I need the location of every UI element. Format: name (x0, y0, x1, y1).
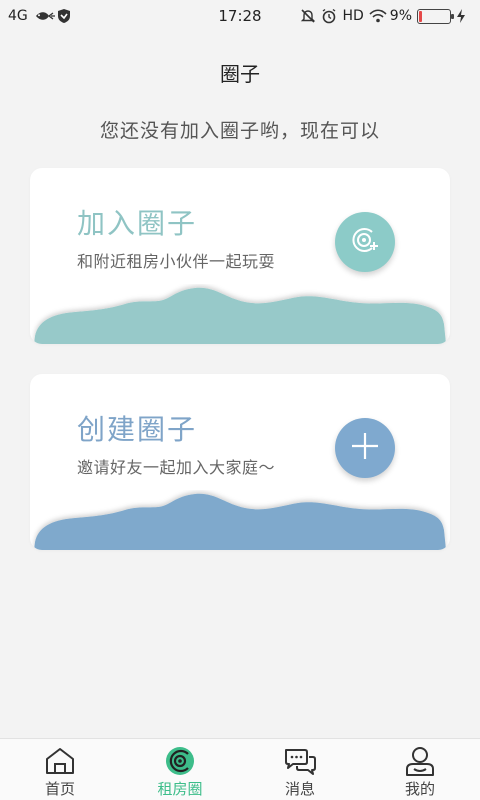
circle-icon (163, 745, 197, 777)
join-circle-title: 加入圈子 (77, 207, 198, 240)
nav-label-circle: 租房圈 (157, 780, 203, 798)
battery-level (419, 10, 422, 22)
join-card-wave (34, 287, 446, 344)
nav-item-messages[interactable]: 消息 (240, 739, 360, 800)
join-circle-card[interactable]: 加入圈子 和附近租房小伙伴一起玩耍 (30, 168, 450, 344)
wifi-icon (369, 8, 387, 24)
create-circle-title: 创建圈子 (77, 413, 198, 446)
nav-label-home: 首页 (44, 780, 75, 798)
battery-percent: 9% (389, 8, 412, 24)
charging-icon (456, 8, 472, 24)
create-circle-description: 邀请好友一起加入大家庭～ (77, 458, 276, 477)
hd-label: HD (342, 8, 364, 24)
nav-item-profile[interactable]: 我的 (360, 739, 480, 800)
mute-bell-icon (300, 8, 316, 24)
join-circle-description: 和附近租房小伙伴一起玩耍 (77, 252, 276, 271)
nav-item-circle[interactable]: 租房圈 (120, 739, 240, 800)
profile-icon (403, 745, 437, 777)
page-subtitle: 您还没有加入圈子哟，现在可以 (99, 120, 380, 142)
status-bar-right: HD 9% (300, 0, 472, 32)
status-bar: 4G 17:28 HD 9% (0, 0, 480, 32)
bottom-nav: 首页 租房圈 消息 我的 (0, 738, 480, 800)
nav-label-profile: 我的 (404, 780, 435, 798)
home-icon (43, 745, 77, 777)
add-circle-icon (348, 223, 382, 261)
chat-icon (283, 745, 317, 777)
nav-item-home[interactable]: 首页 (0, 739, 120, 800)
create-card-wave (34, 493, 446, 550)
create-circle-card[interactable]: 创建圈子 邀请好友一起加入大家庭～ (30, 374, 450, 550)
alarm-icon (321, 8, 337, 24)
join-circle-button[interactable] (335, 212, 395, 272)
page-title: 圈子 (220, 62, 260, 86)
nav-label-messages: 消息 (284, 780, 315, 798)
battery-icon (417, 8, 454, 24)
create-circle-button[interactable] (335, 418, 395, 478)
plus-icon (350, 431, 380, 465)
